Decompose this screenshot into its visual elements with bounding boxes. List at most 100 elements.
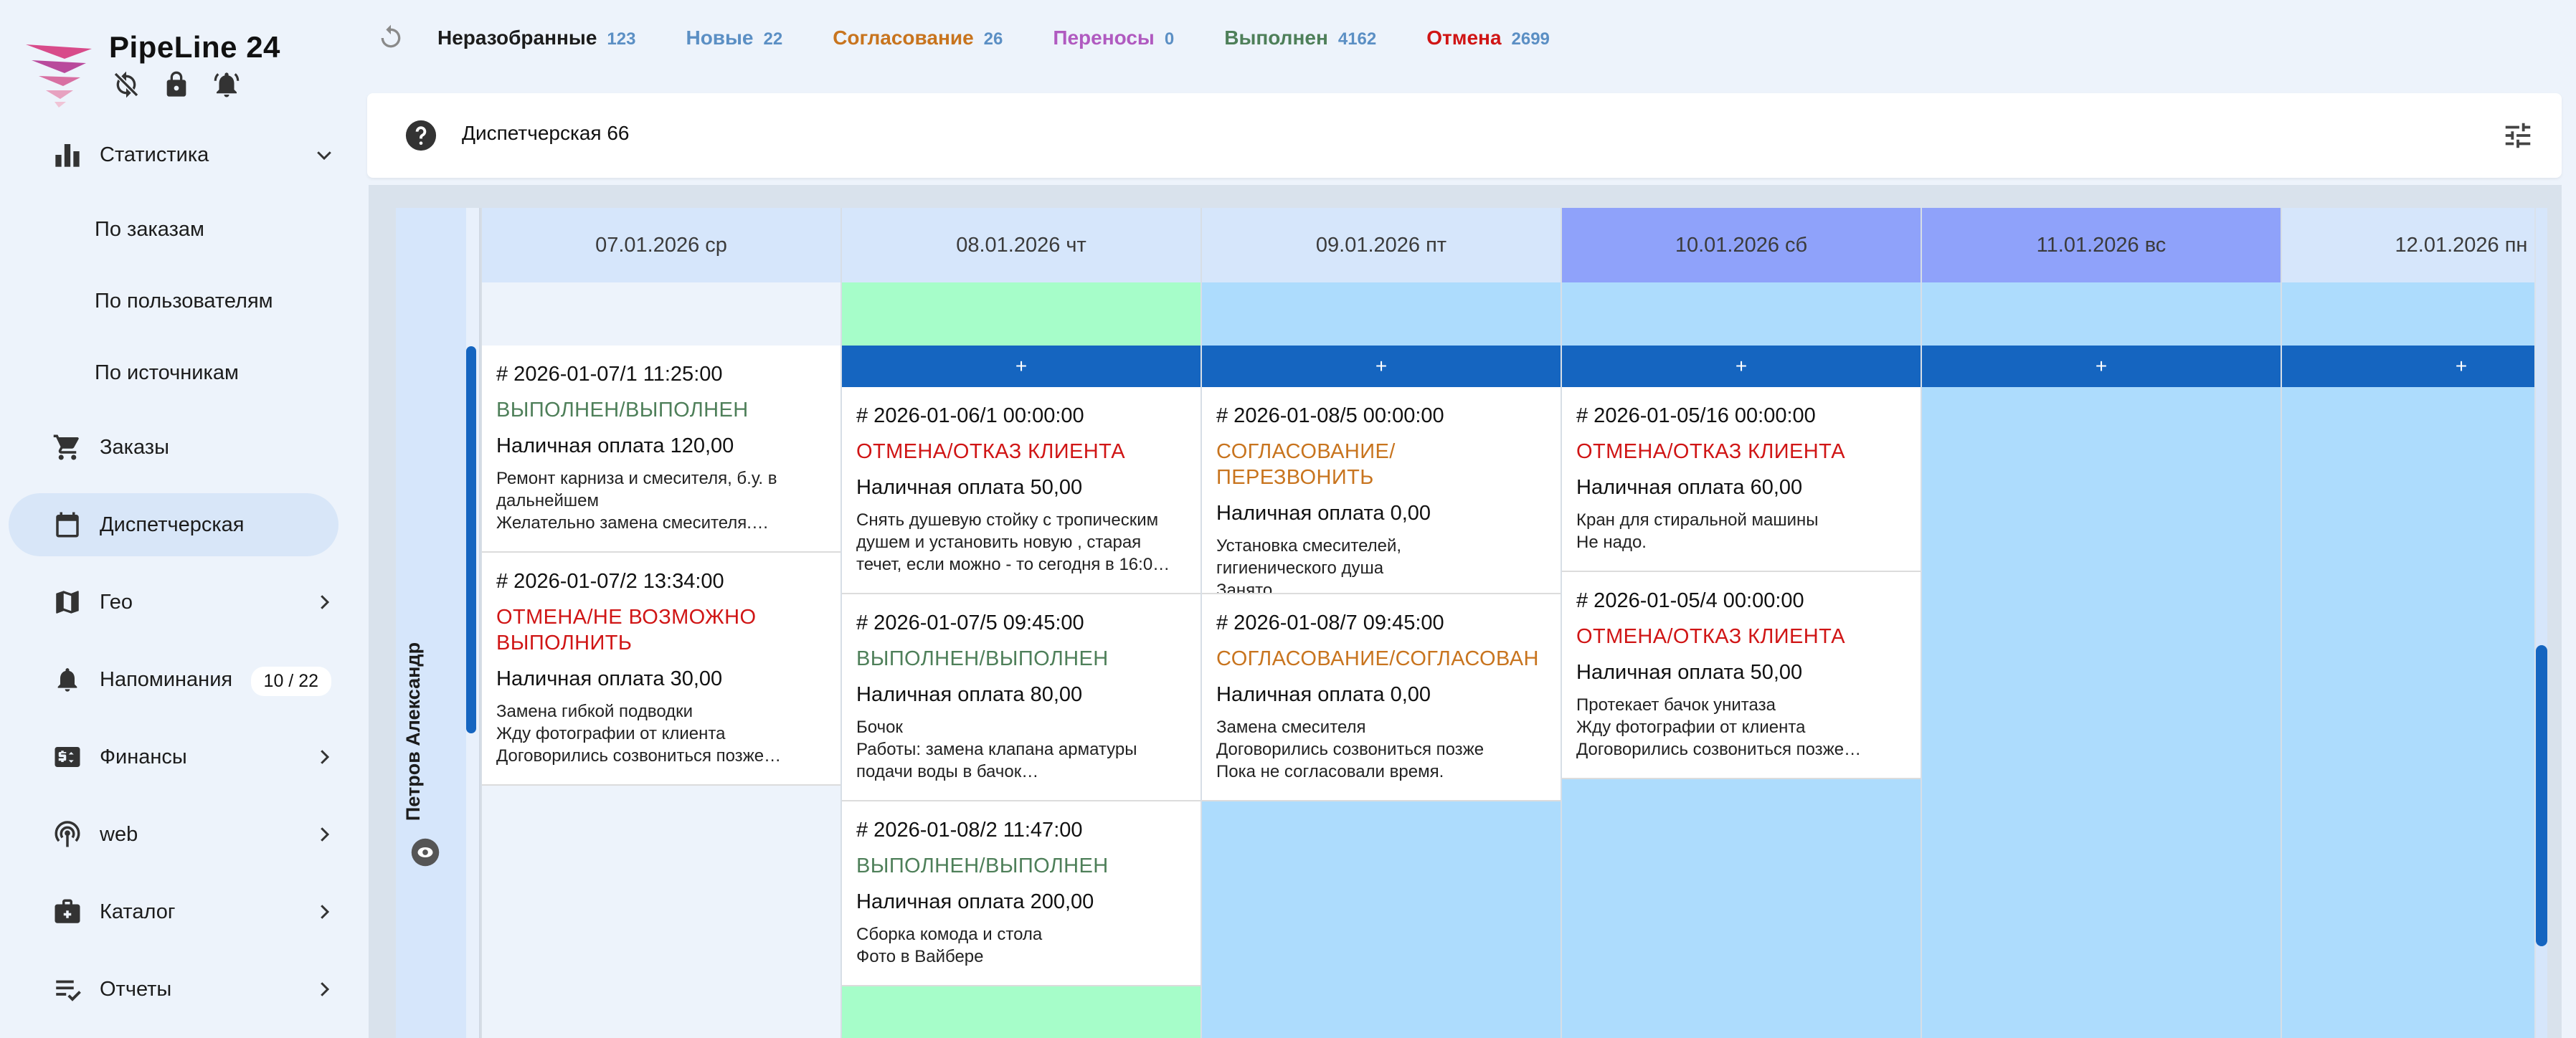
order-card[interactable]: # 2026-01-07/5 09:45:00 ВЫПОЛНЕН/ВЫПОЛНЕН…	[842, 594, 1201, 801]
order-payment: Наличная оплата 60,00	[1576, 476, 1803, 499]
status-tab-label: Неразобранные	[437, 27, 597, 49]
order-note: Протекает бачок унитаза Жду фотографии о…	[1576, 695, 1862, 759]
status-tab-count: 0	[1164, 29, 1175, 49]
order-card[interactable]: # 2026-01-07/1 11:25:00 ВЫПОЛНЕН/ВЫПОЛНЕН…	[482, 346, 840, 553]
day-unassigned-strip[interactable]	[1922, 282, 2281, 346]
sidebar-item-label: Гео	[100, 590, 133, 614]
order-number: # 2026-01-07/2 13:34:00	[496, 570, 724, 593]
resource-name[interactable]: Петров Александр	[399, 624, 429, 839]
chevron-right-icon[interactable]	[310, 588, 338, 616]
day-header[interactable]: 07.01.2026 ср	[482, 208, 840, 282]
sidebar-nav: Статистика По заказам По пользователям П…	[9, 123, 353, 1035]
add-order-button[interactable]: +	[2282, 346, 2534, 387]
day-header[interactable]: 12.01.2026 пн	[2282, 208, 2534, 282]
sidebar-item-reports[interactable]: Отчеты	[9, 958, 338, 1021]
calendar-icon	[52, 509, 83, 541]
chevron-right-icon[interactable]	[310, 743, 338, 771]
chevron-down-icon[interactable]	[310, 141, 338, 169]
order-card[interactable]: # 2026-01-08/5 00:00:00 СОГЛАСОВАНИЕ/ПЕРЕ…	[1202, 387, 1561, 594]
order-payment: Наличная оплата 200,00	[856, 890, 1094, 913]
status-tab[interactable]: Переносы 0	[1053, 27, 1174, 49]
sidebar-item-by-sources[interactable]: По источникам	[9, 344, 338, 401]
sidebar-item-web[interactable]: web	[9, 803, 338, 866]
tune-settings-icon[interactable]	[2501, 119, 2534, 152]
status-tab[interactable]: Согласование 26	[833, 27, 1003, 49]
order-status: ОТМЕНА/НЕ ВОЗМОЖНО ВЫПОЛНИТЬ	[496, 606, 757, 654]
sidebar-item-by-orders[interactable]: По заказам	[9, 201, 338, 258]
order-payment: Наличная оплата 50,00	[1576, 661, 1803, 684]
status-tab-label: Выполнен	[1224, 27, 1328, 49]
sidebar-item-catalog[interactable]: Каталог	[9, 880, 338, 943]
pipeline-logo-icon	[26, 44, 92, 108]
add-order-button[interactable]: +	[842, 346, 1201, 387]
day-slot-area[interactable]	[2282, 346, 2534, 1038]
sidebar-item-label: По источникам	[95, 361, 239, 384]
status-tab[interactable]: Неразобранные 123	[437, 27, 635, 49]
alarm-bell-icon[interactable]	[211, 69, 242, 100]
vertical-scrollbar-track[interactable]	[2536, 208, 2547, 1038]
help-icon[interactable]	[404, 119, 437, 152]
vertical-scrollbar-thumb[interactable]	[2536, 645, 2547, 946]
day-unassigned-strip[interactable]	[2282, 282, 2534, 346]
order-number: # 2026-01-08/5 00:00:00	[1216, 404, 1444, 427]
sidebar-item-dispatch[interactable]: Диспетчерская	[9, 493, 338, 556]
sidebar-item-geo[interactable]: Гео	[9, 571, 338, 634]
order-note: Снять душевую стойку с тропическим душем…	[856, 510, 1170, 574]
reminders-count-badge: 10 / 22	[250, 667, 331, 696]
order-card[interactable]: # 2026-01-07/2 13:34:00 ОТМЕНА/НЕ ВОЗМОЖН…	[482, 553, 840, 786]
day-slot-area[interactable]	[1922, 346, 2281, 1038]
day-unassigned-strip[interactable]	[1202, 282, 1561, 346]
order-payment: Наличная оплата 50,00	[856, 476, 1083, 499]
order-payment: Наличная оплата 0,00	[1216, 683, 1431, 706]
day-header[interactable]: 09.01.2026 пт	[1202, 208, 1561, 282]
refresh-icon[interactable]	[373, 20, 409, 56]
order-status: ВЫПОЛНЕН/ВЫПОЛНЕН	[856, 854, 1109, 877]
sidebar-item-statistics[interactable]: Статистика	[9, 123, 338, 186]
order-note: Замена смесителя Договорились созвонитьс…	[1216, 718, 1484, 781]
status-tab[interactable]: Новые 22	[686, 27, 782, 49]
chevron-right-icon[interactable]	[310, 897, 338, 926]
order-status: ОТМЕНА/ОТКАЗ КЛИЕНТА	[856, 440, 1126, 463]
day-header[interactable]: 11.01.2026 вс	[1922, 208, 2281, 282]
order-number: # 2026-01-07/5 09:45:00	[856, 611, 1084, 634]
day-unassigned-strip[interactable]	[842, 282, 1201, 346]
report-icon	[52, 973, 83, 1005]
order-status: СОГЛАСОВАНИЕ/СОГЛАСОВАН	[1216, 647, 1539, 670]
status-tab-label: Согласование	[833, 27, 974, 49]
status-tab[interactable]: Выполнен 4162	[1224, 27, 1376, 49]
order-payment: Наличная оплата 0,00	[1216, 502, 1431, 525]
day-column: 12.01.2026 пн +	[2281, 208, 2534, 1038]
sidebar-item-reminders[interactable]: Напоминания 10 / 22	[9, 648, 338, 711]
day-unassigned-strip[interactable]	[482, 282, 840, 346]
sidebar-item-orders[interactable]: Заказы	[9, 416, 338, 479]
add-order-button[interactable]: +	[1922, 346, 2281, 387]
brand: PipeLine 24	[23, 26, 353, 108]
order-status: СОГЛАСОВАНИЕ/ПЕРЕЗВОНИТЬ	[1216, 440, 1396, 489]
add-order-button[interactable]: +	[1562, 346, 1921, 387]
day-unassigned-strip[interactable]	[1562, 282, 1921, 346]
resource-load-bar	[466, 346, 476, 733]
order-card[interactable]: # 2026-01-05/4 00:00:00 ОТМЕНА/ОТКАЗ КЛИЕ…	[1562, 572, 1921, 779]
cart-icon	[52, 432, 83, 463]
day-header[interactable]: 10.01.2026 сб	[1562, 208, 1921, 282]
sidebar-item-finance[interactable]: Финансы	[9, 725, 338, 789]
sidebar-item-by-users[interactable]: По пользователям	[9, 272, 338, 330]
add-order-button[interactable]: +	[1202, 346, 1561, 387]
chevron-right-icon[interactable]	[310, 820, 338, 849]
resource-name-label: Петров Александр	[402, 642, 425, 821]
order-card[interactable]: # 2026-01-06/1 00:00:00 ОТМЕНА/ОТКАЗ КЛИЕ…	[842, 387, 1201, 594]
order-card[interactable]: # 2026-01-05/16 00:00:00 ОТМЕНА/ОТКАЗ КЛИ…	[1562, 387, 1921, 572]
schedule-grid: Петров Александр 07.01.2026 ср # 2026-01-…	[396, 208, 2534, 1038]
status-tab-count: 2699	[1511, 29, 1550, 49]
eye-icon[interactable]	[410, 837, 440, 867]
bar-chart-icon	[52, 139, 83, 171]
day-header[interactable]: 08.01.2026 чт	[842, 208, 1201, 282]
order-card[interactable]: # 2026-01-08/2 11:47:00 ВЫПОЛНЕН/ВЫПОЛНЕН…	[842, 801, 1201, 986]
status-tab-label: Отмена	[1426, 27, 1502, 49]
status-tab[interactable]: Отмена 2699	[1426, 27, 1550, 49]
lock-icon[interactable]	[161, 69, 192, 100]
status-tab-count: 26	[983, 29, 1003, 49]
chevron-right-icon[interactable]	[310, 975, 338, 1004]
order-card[interactable]: # 2026-01-08/7 09:45:00 СОГЛАСОВАНИЕ/СОГЛ…	[1202, 594, 1561, 801]
sync-icon[interactable]	[110, 69, 142, 100]
